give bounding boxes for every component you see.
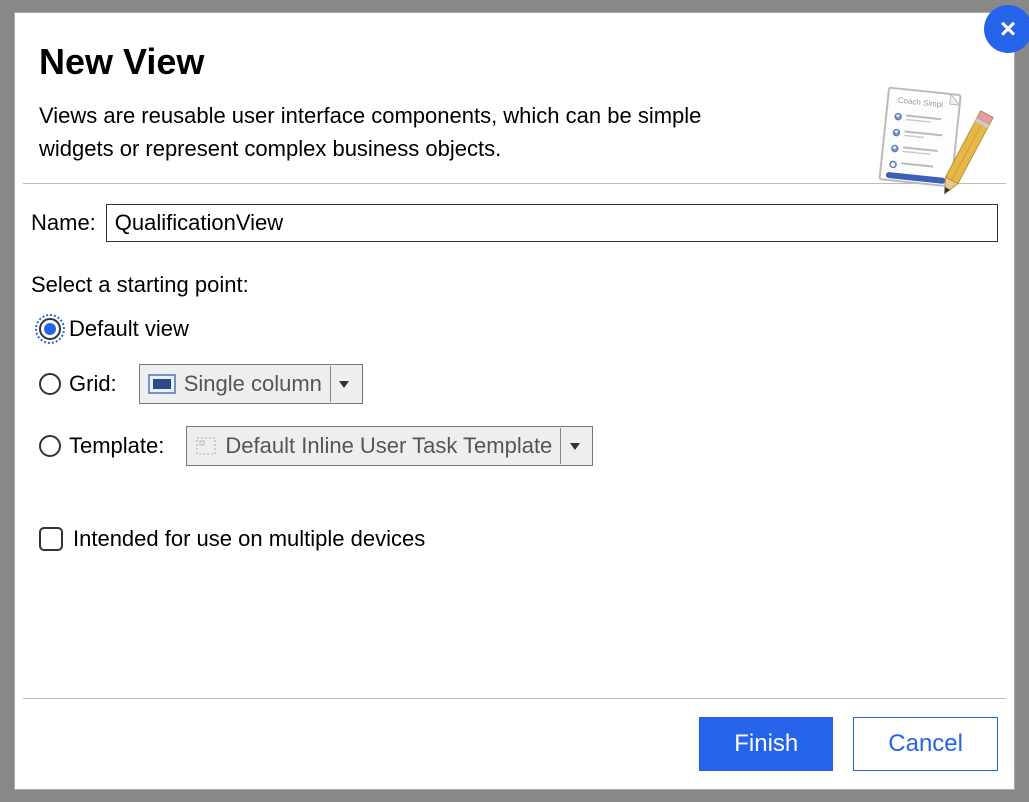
name-label: Name: xyxy=(31,210,96,236)
multiple-devices-label: Intended for use on multiple devices xyxy=(73,526,425,552)
dialog-title: New View xyxy=(39,41,990,83)
radio-label-template: Template: xyxy=(69,433,164,459)
grid-column-icon xyxy=(148,374,176,394)
radio-row-grid[interactable]: Grid: Single column xyxy=(39,364,998,404)
template-icon xyxy=(195,437,217,455)
radio-grid[interactable] xyxy=(39,373,61,395)
document-pencil-icon: Coach Simpl xyxy=(864,83,994,218)
cancel-button[interactable]: Cancel xyxy=(853,717,998,771)
grid-select[interactable]: Single column xyxy=(139,364,363,404)
grid-select-value: Single column xyxy=(184,371,322,397)
template-select-value: Default Inline User Task Template xyxy=(225,433,552,459)
new-view-dialog: × New View Views are reusable user inter… xyxy=(14,12,1015,790)
close-button[interactable]: × xyxy=(984,5,1029,53)
radio-default-view[interactable] xyxy=(39,318,61,340)
dialog-header: New View Views are reusable user interfa… xyxy=(15,13,1014,183)
radio-row-default[interactable]: Default view xyxy=(39,316,998,342)
radio-label-default: Default view xyxy=(69,316,189,342)
multiple-devices-checkbox[interactable] xyxy=(39,527,63,551)
form-body: Name: Select a starting point: Default v… xyxy=(15,184,1014,698)
radio-template[interactable] xyxy=(39,435,61,457)
template-select[interactable]: Default Inline User Task Template xyxy=(186,426,593,466)
radio-label-grid: Grid: xyxy=(69,371,117,397)
starting-point-label: Select a starting point: xyxy=(31,272,998,298)
multiple-devices-row[interactable]: Intended for use on multiple devices xyxy=(39,526,998,552)
chevron-down-icon xyxy=(330,366,358,402)
name-row: Name: xyxy=(31,204,998,242)
dialog-description: Views are reusable user interface compon… xyxy=(39,99,759,165)
radio-row-template[interactable]: Template: Default Inline User Task Templ… xyxy=(39,426,998,466)
chevron-down-icon xyxy=(560,428,588,464)
finish-button[interactable]: Finish xyxy=(699,717,833,771)
close-icon: × xyxy=(1000,13,1016,45)
dialog-footer: Finish Cancel xyxy=(23,698,1006,789)
